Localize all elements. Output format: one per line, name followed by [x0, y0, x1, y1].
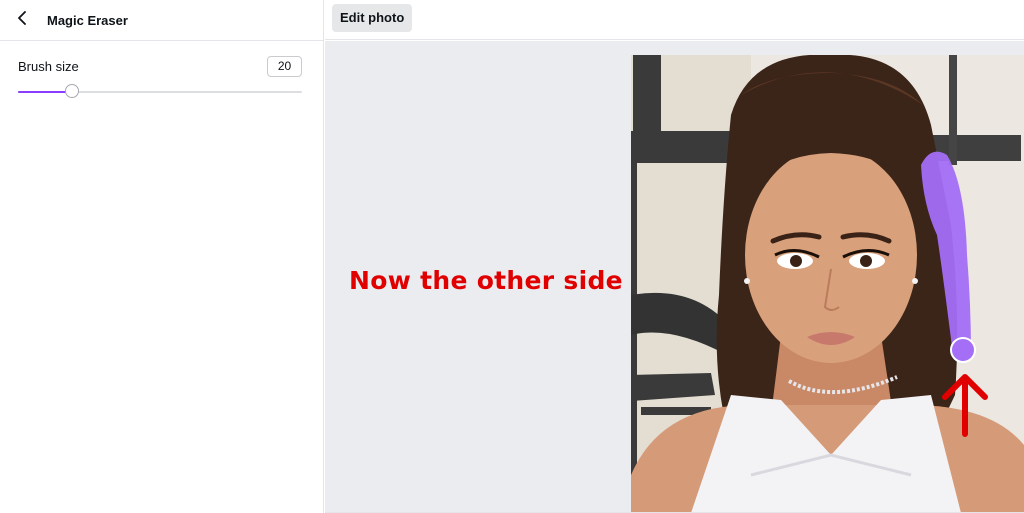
slider-thumb[interactable] — [65, 84, 79, 98]
left-panel: Magic Eraser Brush size 20 — [0, 0, 324, 513]
chevron-left-icon — [17, 10, 27, 30]
photo[interactable] — [631, 55, 1024, 513]
top-toolbar: Edit photo — [325, 0, 1024, 40]
brush-size-label: Brush size — [18, 59, 79, 74]
panel-header: Magic Eraser — [0, 0, 323, 41]
slider-fill — [18, 91, 72, 93]
editor-canvas[interactable]: Now the other side — [325, 41, 1024, 513]
panel-title: Magic Eraser — [47, 12, 128, 28]
arrow-up-icon — [939, 371, 991, 442]
brush-size-slider[interactable] — [18, 84, 302, 100]
brush-size-input[interactable]: 20 — [267, 56, 302, 77]
back-button[interactable] — [14, 10, 30, 30]
edit-photo-button[interactable]: Edit photo — [332, 4, 413, 32]
brush-size-row: Brush size 20 — [18, 56, 302, 78]
instruction-annotation: Now the other side — [349, 266, 623, 295]
